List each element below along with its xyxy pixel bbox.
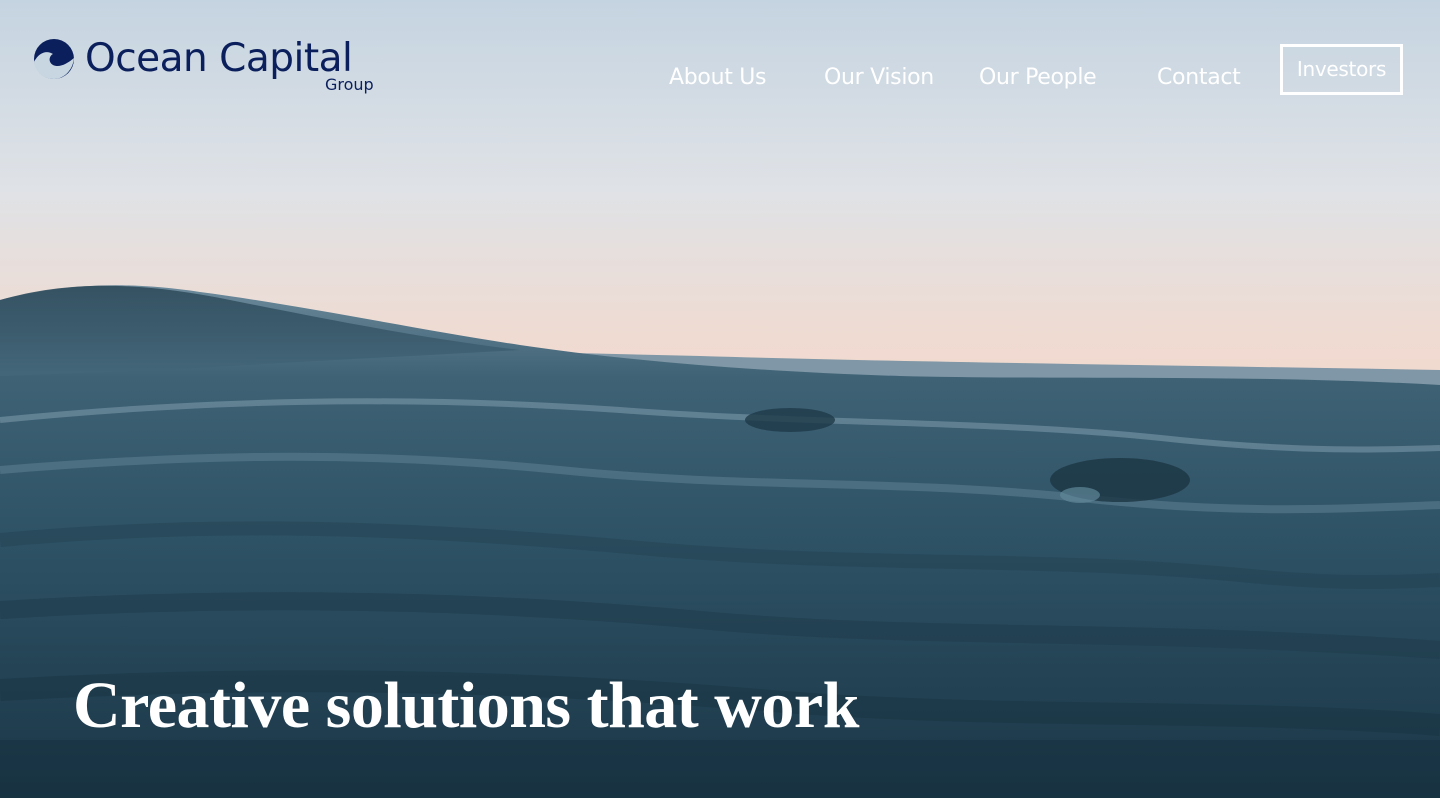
investors-button[interactable]: Investors xyxy=(1280,44,1403,95)
nav-link-contact[interactable]: Contact xyxy=(1157,60,1241,96)
main-navigation: About Us Our Vision Our People Contact xyxy=(0,60,1440,96)
nav-link-our-vision[interactable]: Our Vision xyxy=(824,60,934,96)
nav-link-about-us[interactable]: About Us xyxy=(669,60,767,96)
hero-headline: Creative solutions that work xyxy=(73,669,859,742)
nav-link-our-people[interactable]: Our People xyxy=(979,60,1097,96)
hero-section: Ocean Capital Group About Us Our Vision … xyxy=(0,0,1440,798)
